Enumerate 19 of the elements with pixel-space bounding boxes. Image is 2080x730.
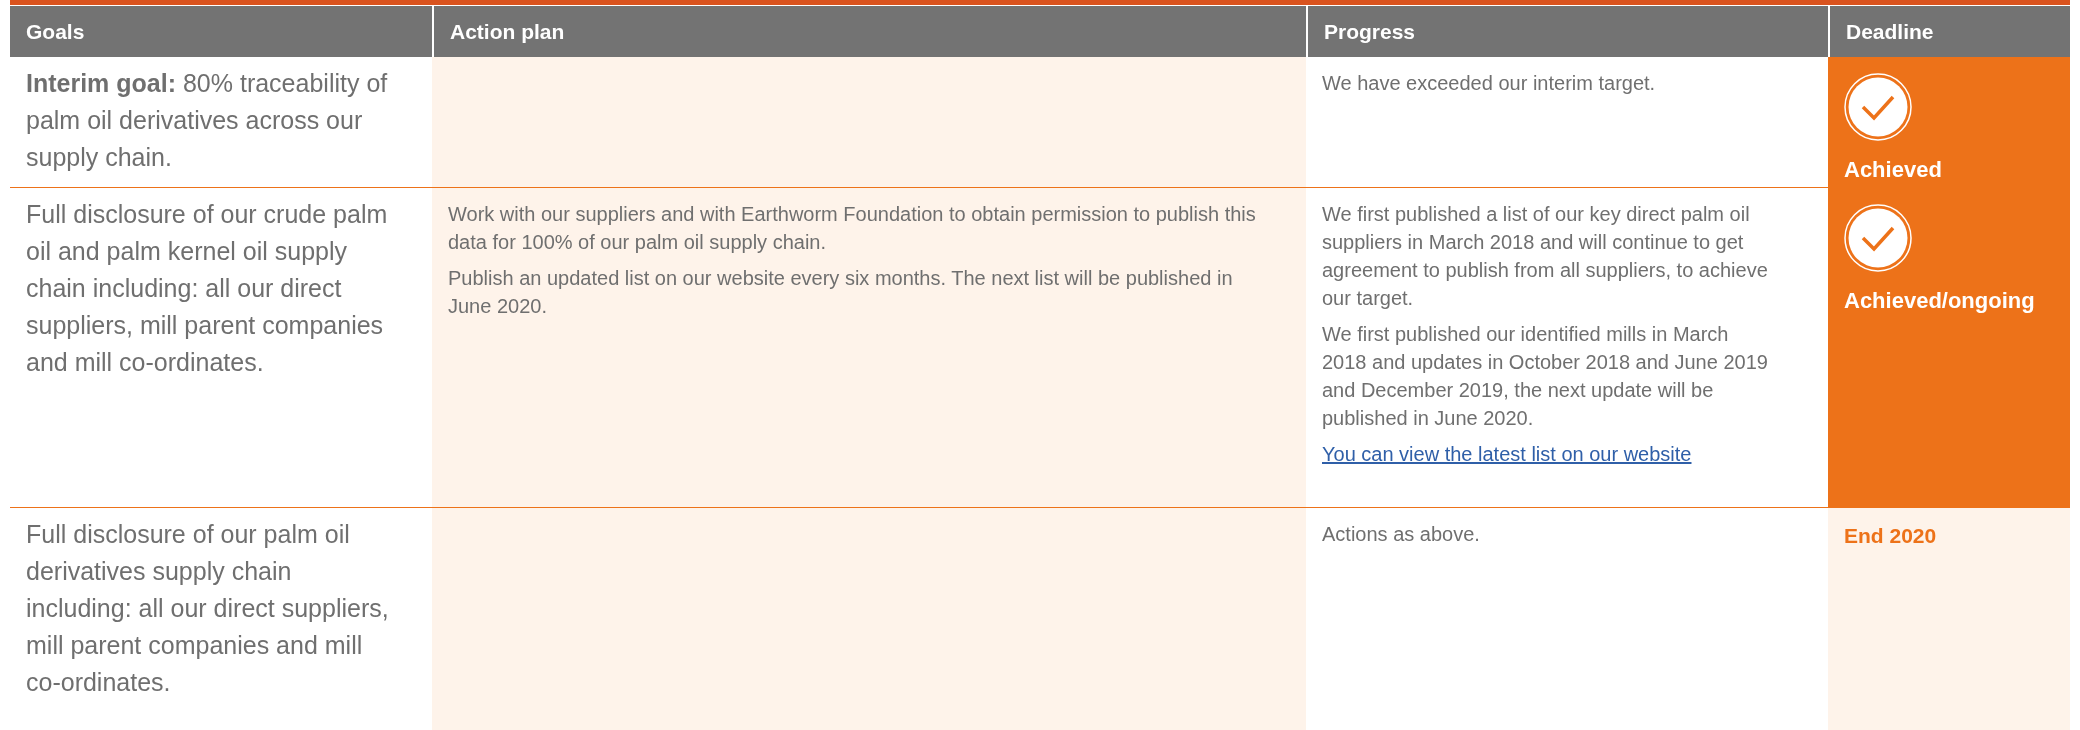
column-header: Goals: [10, 6, 432, 57]
goal-text: Full disclosure of our palm oil derivatives supply chain including: all our direct suppliers, mill parent companies and mill co-ordinates.: [26, 519, 390, 698]
deadline-date: End 2020: [1844, 524, 1937, 547]
checkmark-circle-icon: [1844, 204, 1912, 272]
progress-text: Actions as above.: [1322, 522, 1481, 547]
progress-text: We first published a list of our key direct palm oil suppliers in March 2018 and will continue to get agreement to publish from all suppliers, to achieve our target.: [1322, 202, 1769, 311]
action-plan-text: Work with our suppliers and with Earthworm Foundation to obtain permission to publish this data for 100% of our palm oil supply chain.: [448, 202, 1257, 255]
progress-text: We have exceeded our interim target.: [1322, 71, 1657, 96]
progress-text: We first published our identified mills in March 2018 and updates in October 2018 and June 2019 and December 2019, the next update will be published in June 2020.: [1322, 322, 1769, 431]
column-header: Deadline: [1828, 6, 2070, 57]
website-link[interactable]: You can view the latest list on our website: [1322, 440, 1692, 468]
goal-text: Full disclosure of our crude palm oil and palm kernel oil supply chain including: all our direct suppliers, mill parent companies and mill co-ordinates.: [26, 199, 389, 378]
column-header: Progress: [1306, 6, 1828, 57]
goal-text: Interim goal: 80% traceability of palm oil derivatives across our supply chain.: [26, 68, 389, 173]
column-header: Action plan: [432, 6, 1306, 57]
checkmark-circle-icon: [1844, 73, 1912, 141]
status-label: Achieved: [1844, 156, 1943, 184]
action-plan-text: Publish an updated list on our website every six months. The next list will be published in June 2020.: [448, 266, 1234, 319]
status-label: Achieved/ongoing: [1844, 287, 2036, 315]
